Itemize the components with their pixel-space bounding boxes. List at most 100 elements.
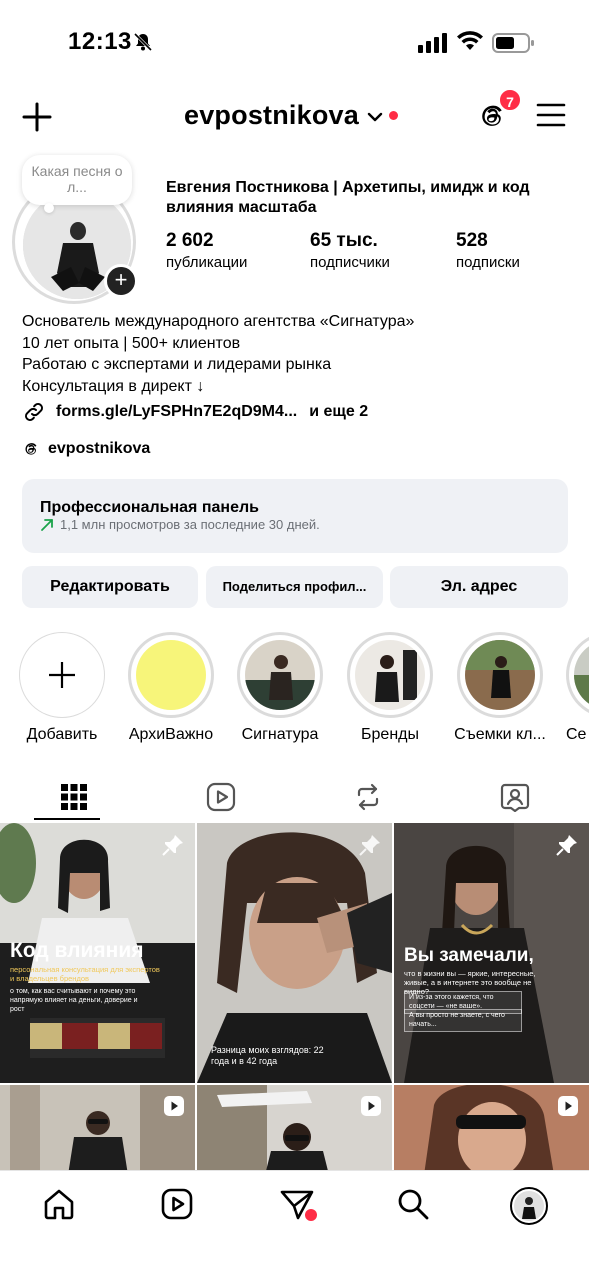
highlight-add[interactable]: Добавить (12, 632, 112, 744)
pin-icon (359, 835, 380, 856)
profile-links[interactable]: forms.gle/LyFSPHn7E2qD9M4... и еще 2 (22, 400, 368, 424)
post-image (197, 823, 392, 1083)
battery-icon (492, 33, 534, 53)
post-caption: Разница моих взглядов: 22 года и в 42 го… (211, 1045, 324, 1066)
trend-up-icon (41, 518, 53, 531)
threads-profile-link[interactable]: evpostnikova (22, 440, 150, 458)
stat-followers-label: подписчики (310, 254, 390, 271)
tab-reels[interactable] (147, 772, 294, 822)
profile-link[interactable]: forms.gle/LyFSPHn7E2qD9M4... (56, 403, 297, 421)
bio-line: Работаю с экспертами и лидерами рынка (22, 356, 332, 373)
note-text: Какая песня о л... (31, 163, 123, 195)
pro-panel-title: Профессиональная панель (40, 499, 259, 516)
reel-icon (164, 1096, 184, 1116)
create-plus-icon[interactable] (20, 100, 54, 134)
stat-following[interactable]: 528 подписки (456, 230, 520, 271)
note-bubble[interactable]: Какая песня о л... (22, 155, 132, 213)
cellular-signal-icon (418, 33, 447, 53)
highlight-item[interactable]: Бренды (340, 632, 440, 744)
stat-followers-value: 65 тыс. (310, 230, 378, 251)
link-icon (25, 403, 43, 421)
active-tab-indicator (34, 818, 100, 820)
profile-bio: Основатель международного агентства «Сиг… (22, 311, 582, 397)
stat-following-label: подписки (456, 254, 520, 271)
highlight-label: Сигнатура (241, 726, 319, 743)
status-bar: 12:13 (0, 0, 589, 80)
direct-messages-icon[interactable] (278, 1187, 318, 1227)
post-box: А вы просто не знаете, с чего начать... (404, 1009, 522, 1032)
wifi-icon (457, 31, 483, 50)
pin-icon (556, 835, 577, 856)
reel-icon (361, 1096, 381, 1116)
tagged-icon (500, 783, 529, 812)
post-tile[interactable]: Код влияния персональная консультация дл… (0, 823, 195, 1083)
reel-icon (558, 1096, 578, 1116)
highlight-cover (574, 640, 589, 710)
highlight-label: Се (566, 726, 587, 743)
post-tile[interactable]: Разница моих взглядов: 22 года и в 42 го… (197, 823, 392, 1083)
post-tile[interactable]: Вы замечали, что в жизни вы — яркие, инт… (394, 823, 589, 1083)
chevron-down-icon (367, 112, 383, 121)
post-tile[interactable] (197, 1085, 392, 1175)
username: evpostnikova (184, 100, 359, 130)
highlight-item[interactable]: Се (560, 632, 589, 744)
tab-reposts[interactable] (294, 772, 441, 822)
highlight-cover (245, 640, 315, 710)
post-tile[interactable] (0, 1085, 195, 1175)
edit-profile-button[interactable]: Редактировать (22, 566, 198, 608)
status-time: 12:13 (68, 28, 132, 55)
threads-small-icon (25, 443, 37, 455)
home-icon[interactable] (42, 1187, 76, 1221)
bottom-navigation (0, 1170, 589, 1280)
repost-icon (357, 783, 378, 811)
post-title: Вы замечали, (404, 945, 534, 966)
share-profile-button[interactable]: Поделиться профил... (206, 566, 383, 608)
stat-posts-label: публикации (166, 254, 248, 271)
profile-nav-avatar[interactable] (510, 1187, 548, 1225)
highlight-item[interactable]: Съемки кл... (450, 632, 550, 744)
highlight-cover (355, 640, 425, 710)
post-title: Код влияния (10, 939, 144, 962)
threads-handle: evpostnikova (48, 440, 151, 457)
bio-line: Консультация в директ ↓ (22, 377, 205, 395)
bio-line: Основатель международного агентства «Сиг… (22, 313, 415, 330)
posts-grid: Код влияния персональная консультация дл… (0, 823, 589, 1175)
menu-icon[interactable] (536, 102, 566, 128)
highlight-item[interactable]: АрхиВажно (121, 632, 221, 744)
tab-grid[interactable] (0, 772, 147, 822)
threads-badge: 7 (498, 88, 522, 112)
profile-stats: 2 602 публикации 65 тыс. подписчики 528 … (166, 230, 576, 274)
account-switcher[interactable]: evpostnikova (184, 100, 398, 131)
highlight-cover (465, 640, 535, 710)
professional-dashboard[interactable]: Профессиональная панель 1,1 млн просмотр… (22, 479, 568, 553)
reels-icon (206, 782, 235, 812)
email-button[interactable]: Эл. адрес (390, 566, 568, 608)
plus-icon (49, 662, 75, 688)
highlight-label: Добавить (26, 726, 98, 743)
post-tile[interactable] (394, 1085, 589, 1175)
profile-full-name: Евгения Постникова | Архетипы, имидж и к… (166, 179, 530, 216)
stat-posts[interactable]: 2 602 публикации (166, 230, 247, 271)
post-subtitle: персональная консультация для экспертов … (10, 965, 160, 983)
reels-nav-icon[interactable] (160, 1187, 194, 1221)
pro-panel-stats: 1,1 млн просмотров за последние 30 дней. (60, 517, 320, 532)
bell-muted-icon (133, 32, 153, 52)
add-story-button[interactable]: + (104, 264, 138, 298)
more-links[interactable]: и еще 2 (309, 403, 368, 421)
profile-tabs (0, 772, 589, 822)
highlight-label: АрхиВажно (128, 726, 214, 743)
tab-tagged[interactable] (441, 772, 588, 822)
pro-panel-subtitle: 1,1 млн просмотров за последние 30 дней. (40, 517, 320, 532)
stat-posts-value: 2 602 (166, 230, 214, 251)
highlight-cover (136, 640, 206, 710)
profile-header: evpostnikova 7 (0, 88, 589, 146)
highlight-label: Съемки кл... (454, 726, 546, 743)
search-icon[interactable] (396, 1187, 430, 1221)
stat-followers[interactable]: 65 тыс. подписчики (310, 230, 390, 271)
bio-line: 10 лет опыта | 500+ клиентов (22, 334, 241, 352)
highlight-item[interactable]: Сигнатура (230, 632, 330, 744)
post-body: о том, как вас считывают и почему это на… (10, 988, 138, 1013)
notification-dot (388, 111, 398, 120)
stat-following-value: 528 (456, 230, 488, 251)
highlight-label: Бренды (361, 726, 419, 743)
